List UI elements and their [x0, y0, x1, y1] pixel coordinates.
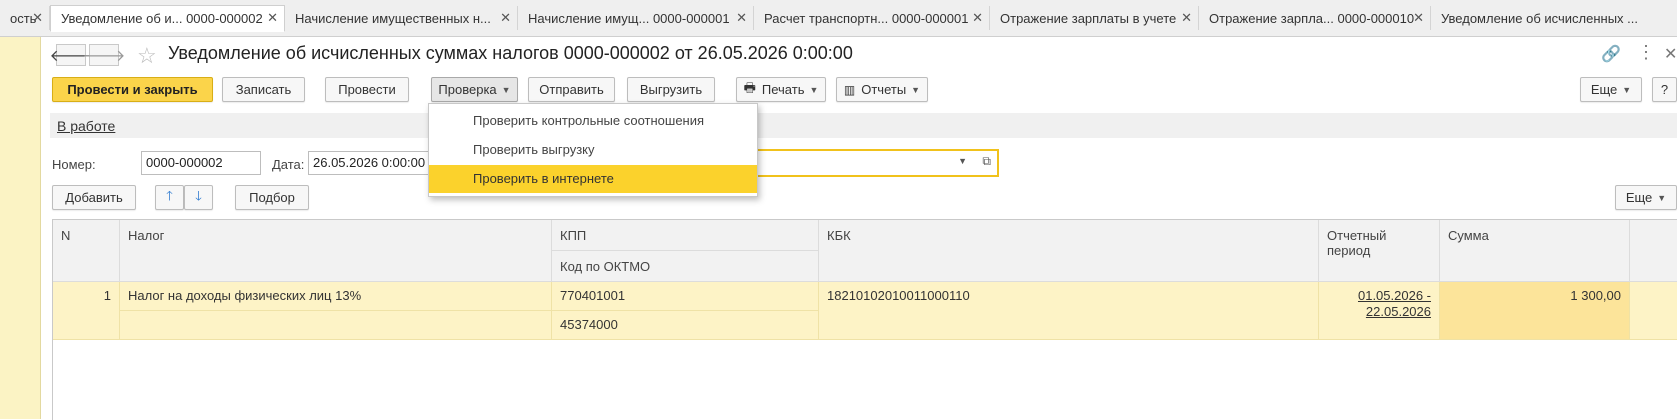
table-row-oktmo[interactable]: 45374000	[552, 311, 819, 340]
taxes-table: N Налог КПП Код по ОКТМО КБК Отчетный пе…	[52, 219, 1677, 420]
post-and-close-button[interactable]: Провести и закрыть	[52, 77, 213, 102]
chevron-down-icon: ▼	[501, 84, 511, 95]
send-button[interactable]: Отправить	[528, 77, 615, 102]
status-link[interactable]: В работе	[57, 118, 115, 134]
column-header-period[interactable]: Отчетный период	[1319, 220, 1440, 282]
tab-4[interactable]: Расчет транспортн... 0000-000001 ✕	[754, 6, 990, 30]
tab-label: Уведомление об исчисленных ...	[1441, 10, 1638, 26]
close-icon[interactable]: ✕	[1413, 10, 1424, 26]
table-row-kbk[interactable]: 18210102010011000110	[819, 282, 1319, 340]
close-icon[interactable]: ✕	[1664, 44, 1677, 64]
date-label: Дата:	[272, 157, 305, 172]
close-icon[interactable]: ✕	[736, 10, 747, 26]
table-row-kpp[interactable]: 770401001	[552, 282, 819, 311]
tab-label: Уведомление об и... 0000-000002	[61, 11, 263, 26]
tab-label: Отражение зарпла... 0000-000010	[1209, 10, 1415, 26]
chevron-down-icon[interactable]: ▼	[958, 156, 967, 166]
tab-1[interactable]: Уведомление об и... 0000-000002 ✕	[50, 5, 285, 32]
tab-0[interactable]: ость ✕	[0, 6, 50, 30]
menu-item-check-upload[interactable]: Проверить выгрузку	[429, 136, 757, 164]
organization-field[interactable]: ▼ ⧉	[756, 149, 999, 177]
close-icon[interactable]: ✕	[32, 10, 43, 26]
post-button[interactable]: Провести	[325, 77, 409, 102]
report-icon: ▥	[843, 82, 856, 97]
link-icon[interactable]: 🔗	[1601, 44, 1621, 64]
tab-7[interactable]: Уведомление об исчисленных ...	[1431, 6, 1677, 30]
column-header-n[interactable]: N	[53, 220, 120, 282]
table-row-tax[interactable]: Налог на доходы физических лиц 13%	[120, 282, 552, 311]
more-button[interactable]: Еще ▼	[1580, 77, 1642, 102]
more-vertical-icon[interactable]: ⋮	[1637, 42, 1655, 63]
column-header-oktmo[interactable]: Код по ОКТМО	[552, 251, 819, 282]
menu-item-check-control-ratios[interactable]: Проверить контрольные соотношения	[429, 107, 757, 135]
tab-label: Начисление имущ... 0000-000001	[528, 10, 730, 26]
tab-label: Начисление имущественных н...	[295, 10, 491, 26]
close-icon[interactable]: ✕	[267, 10, 278, 26]
table-row-n[interactable]: 1	[53, 282, 120, 340]
column-header-kbk[interactable]: КБК	[819, 220, 1319, 282]
column-header-extra	[1630, 220, 1677, 282]
table-row-tax-empty[interactable]	[120, 311, 552, 340]
add-button[interactable]: Добавить	[52, 185, 136, 210]
open-icon[interactable]: ⧉	[982, 154, 991, 169]
printer-icon: 🖶	[743, 79, 756, 95]
date-field[interactable]: 26.05.2026 0:00:00	[308, 151, 432, 175]
star-icon[interactable]: ☆	[137, 43, 157, 69]
chevron-down-icon: ▼	[1622, 84, 1632, 95]
reports-button[interactable]: ▥ Отчеты ▼	[836, 77, 928, 102]
table-row-sum[interactable]: 1 300,00	[1440, 282, 1630, 340]
select-button[interactable]: Подбор	[235, 185, 309, 210]
check-dropdown-menu: Проверить контрольные соотношения Провер…	[428, 103, 758, 197]
print-button-label: Печать	[761, 82, 805, 97]
back-button[interactable]: 🡐	[50, 44, 92, 66]
arrow-down-icon: 🡓	[195, 187, 202, 203]
reports-button-label: Отчеты	[861, 82, 907, 97]
chevron-down-icon: ▼	[809, 84, 819, 95]
close-icon[interactable]: ✕	[1181, 10, 1192, 26]
table-row-period[interactable]: 01.05.2026 - 22.05.2026	[1319, 282, 1440, 340]
column-header-kpp[interactable]: КПП	[552, 220, 819, 251]
check-button[interactable]: Проверка ▼	[431, 77, 518, 102]
tabs-bar: ость ✕ Уведомление об и... 0000-000002 ✕…	[0, 0, 1677, 37]
print-button[interactable]: 🖶 Печать ▼	[736, 77, 826, 102]
more-button-label: Еще	[1590, 82, 1618, 97]
tab-5[interactable]: Отражение зарплаты в учете ✕	[990, 6, 1199, 30]
chevron-down-icon: ▼	[911, 84, 921, 95]
left-panel-strip	[0, 37, 41, 419]
table-more-button[interactable]: Еще ▼	[1615, 185, 1677, 210]
tab-6[interactable]: Отражение зарпла... 0000-000010 ✕	[1199, 6, 1431, 30]
period-from[interactable]: 01.05.2026 -	[1327, 288, 1431, 304]
arrow-right-icon: 🡒	[82, 47, 126, 65]
tab-label: Отражение зарплаты в учете	[1000, 10, 1177, 26]
column-header-sum[interactable]: Сумма	[1440, 220, 1630, 282]
close-icon[interactable]: ✕	[500, 10, 511, 26]
save-button[interactable]: Записать	[222, 77, 305, 102]
tab-3[interactable]: Начисление имущ... 0000-000001 ✕	[518, 6, 754, 30]
move-up-button[interactable]: 🡑	[155, 185, 184, 210]
table-more-label: Еще	[1625, 190, 1653, 205]
number-label: Номер:	[52, 157, 96, 172]
status-bar	[50, 113, 1677, 138]
page-title: Уведомление об исчисленных суммах налого…	[168, 43, 853, 63]
arrow-up-icon: 🡑	[166, 187, 173, 203]
column-header-tax[interactable]: Налог	[120, 220, 552, 282]
table-row-extra	[1630, 282, 1677, 340]
upload-button[interactable]: Выгрузить	[627, 77, 715, 102]
tab-2[interactable]: Начисление имущественных н... ✕	[285, 6, 518, 30]
move-down-button[interactable]: 🡓	[184, 185, 213, 210]
tab-label: Расчет транспортн... 0000-000001	[764, 10, 969, 26]
check-button-label: Проверка	[438, 82, 497, 97]
help-button[interactable]: ?	[1652, 77, 1677, 102]
chevron-down-icon: ▼	[1657, 192, 1667, 203]
forward-button[interactable]: 🡒	[83, 44, 125, 66]
close-icon[interactable]: ✕	[972, 10, 983, 26]
number-field[interactable]: 0000-000002	[141, 151, 261, 175]
menu-item-check-online[interactable]: Проверить в интернете	[429, 165, 757, 193]
period-to[interactable]: 22.05.2026	[1327, 304, 1431, 320]
